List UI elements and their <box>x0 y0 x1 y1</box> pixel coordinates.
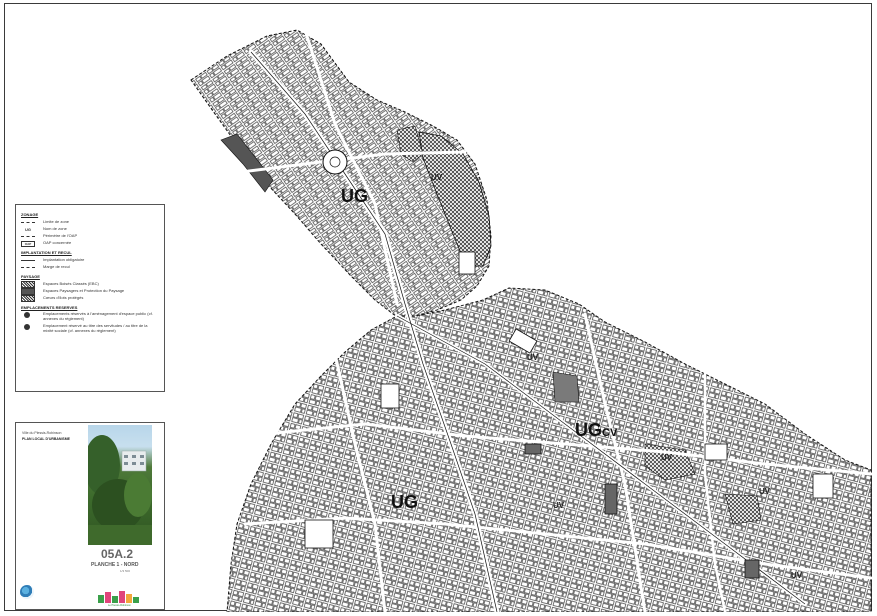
legend-label: Espaces Paysagers et Protection du Paysa… <box>43 288 125 294</box>
document-title: PLAN LOCAL D'URBANISME <box>22 437 71 441</box>
legend-label: Espaces Boisés Classés (EBC) <box>43 281 99 287</box>
legend-label: Nom de zone <box>43 226 67 232</box>
legend-item: UG Nom de zone <box>21 226 159 233</box>
scale-text: 1/3 500 <box>120 569 131 573</box>
legend-symbol <box>24 312 30 318</box>
zone-label-uv: UV <box>527 353 539 362</box>
logo-caption: Le Plessis-Robinson <box>108 604 131 607</box>
city-name: Ville du Plessis-Robinson <box>22 431 62 435</box>
sheet-name: PLANCHE 1 - NORD <box>91 562 139 568</box>
map-roundabout <box>322 149 348 175</box>
legend-symbol <box>21 295 35 302</box>
legend-item: Emplacement réservé au titre des servitu… <box>21 323 159 336</box>
legend-label: Limite de zone <box>43 219 70 225</box>
legend-item: Espaces Paysagers et Protection du Paysa… <box>21 288 159 295</box>
map-zone-south <box>226 287 872 612</box>
legend-item: Marge de recul <box>21 264 159 271</box>
sheet-code: 05A.2 <box>101 547 134 561</box>
legend-symbol <box>21 281 35 288</box>
agency-logo <box>20 585 34 599</box>
legend-symbol <box>21 236 35 237</box>
zone-label-uv: UV <box>431 173 443 182</box>
zone-label-uv: UV <box>759 487 771 496</box>
legend-label: Cœurs d'îlots protégés <box>43 295 84 301</box>
legend-symbol <box>21 288 35 295</box>
legend-label: Implantation obligatoire <box>43 257 85 263</box>
legend-symbol: OAP <box>21 240 35 247</box>
zone-label-ug-north: UG <box>341 186 368 206</box>
legend-symbol <box>21 222 35 223</box>
zone-label-uv: UV <box>553 501 565 510</box>
legend-item: Périmètre de l'OAP <box>21 233 159 240</box>
legend-label: OAP concernée <box>43 240 72 246</box>
legend-item: Implantation obligatoire <box>21 257 159 264</box>
legend-label: Périmètre de l'OAP <box>43 233 78 239</box>
legend-symbol <box>21 267 35 268</box>
legend-symbol <box>21 260 35 261</box>
zone-label-ug-south: UG <box>391 492 418 512</box>
zone-label-uv: UV <box>791 571 803 580</box>
legend-item: OAP OAP concernée <box>21 240 159 247</box>
map-legend: ZONAGE Limite de zone UG Nom de zone Périmèt… <box>15 204 165 392</box>
map-ebc-area <box>552 371 580 403</box>
zone-label-uv: UV <box>661 453 673 462</box>
legend-label: Emplacement réservé au titre des servitu… <box>43 323 148 333</box>
legend-item: Limite de zone <box>21 219 159 226</box>
legend-section-title: EMPLACEMENTS RESERVES <box>21 305 78 310</box>
legend-item: Cœurs d'îlots protégés <box>21 295 159 302</box>
legend-section-title: IMPLANTATION ET RECUL <box>21 250 72 255</box>
city-logo <box>98 591 139 603</box>
cover-photo <box>88 425 152 545</box>
legend-label: Marge de recul <box>43 264 70 270</box>
legend-symbol: UG <box>25 227 31 232</box>
legend-label: Emplacements réservés à l'aménagement d'… <box>43 311 153 321</box>
legend-symbol <box>24 324 30 330</box>
legend-item: Espaces Boisés Classés (EBC) <box>21 281 159 288</box>
legend-section-title: PAYSAGE <box>21 274 40 279</box>
plan-sheet: UG UGCV UG UV UV UV UV UV UV ZONAGE Limite de … <box>4 3 873 612</box>
title-block: Ville du Plessis-Robinson PLAN LOCAL D'U… <box>15 422 165 610</box>
legend-section-title: ZONAGE <box>21 212 39 217</box>
